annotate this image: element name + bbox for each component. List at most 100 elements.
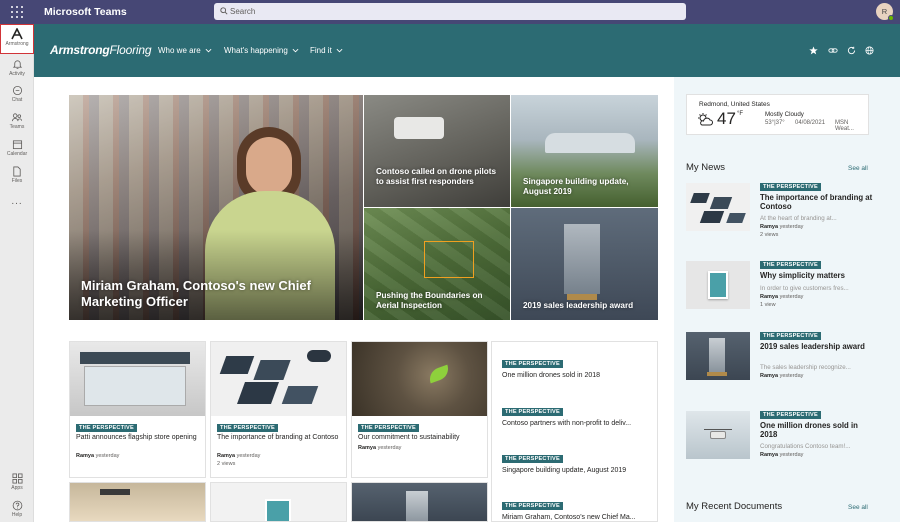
news-card-partial[interactable] [210,482,347,522]
list-item[interactable]: THE PERSPECTIVE Singapore building updat… [502,447,626,474]
news-meta: Ramya yesterday [760,373,804,379]
rail-item-armstrong[interactable]: Armstrong [0,24,34,54]
inspection-frame [424,241,474,278]
hero-tile-singapore[interactable]: Singapore building update, August 2019 [511,95,658,207]
teams-app-rail: Armstrong Activity Chat Teams Calendar F… [0,24,34,522]
search-icon [220,6,228,15]
news-excerpt: In order to give customers fres... [760,285,849,292]
globe-icon[interactable] [865,46,874,55]
card-image-sustainability [352,342,487,416]
list-item[interactable]: THE PERSPECTIVE One million drones sold … [502,352,600,379]
my-news-item[interactable]: THE PERSPECTIVE 2019 sales leadership aw… [686,332,876,386]
news-card[interactable]: THE PERSPECTIVE Our commitment to sustai… [351,341,488,478]
recent-documents-see-all-link[interactable]: See all [848,504,868,511]
site-logo[interactable]: ArmstrongFlooring [50,43,152,57]
armstrong-logo-icon [11,28,23,40]
list-item-title: One million drones sold in 2018 [502,372,601,379]
chat-icon [12,85,22,96]
news-meta: Ramya yesterday [760,452,804,458]
weather-widget[interactable]: Redmond, United States 47 °F Mostly Clou… [686,94,869,135]
refresh-icon[interactable] [847,46,856,55]
app-title: Microsoft Teams [44,6,127,18]
my-news-see-all-link[interactable]: See all [848,165,868,172]
app-launcher-icon[interactable] [11,6,23,18]
perspective-tag: THE PERSPECTIVE [502,455,563,463]
news-card-partial[interactable] [69,482,206,522]
list-item-title: Miriam Graham, Contoso's new Chief Ma... [502,514,636,521]
help-icon [12,500,22,511]
news-excerpt: The sales leadership recognize... [760,364,851,371]
news-title: Why simplicity matters [760,271,845,280]
rail-item-teams[interactable]: Teams [0,108,34,138]
drone-image [394,117,444,139]
hero-main-tile[interactable]: Miriam Graham, Contoso's new Chief Marke… [69,95,363,320]
nav-whats-happening[interactable]: What's happening [224,46,299,55]
list-item[interactable]: THE PERSPECTIVE Contoso partners with no… [502,400,631,427]
card-image-branding [211,342,346,416]
news-meta: Ramya yesterday [760,294,804,300]
more-icon: ... [11,196,23,207]
teams-top-bar: Microsoft Teams Search R [0,0,900,24]
award-trophy-image [564,224,600,294]
link-icon[interactable] [828,46,838,55]
perspective-tag: THE PERSPECTIVE [502,502,563,510]
user-avatar[interactable]: R [876,3,894,21]
search-input[interactable]: Search [230,7,255,16]
hero-tile-caption: Pushing the Boundaries on Aerial Inspect… [376,291,483,310]
news-title: 2019 sales leadership award [760,342,865,351]
perspective-list: THE PERSPECTIVE One million drones sold … [491,341,658,522]
hero-tile-aerial[interactable]: Pushing the Boundaries on Aerial Inspect… [364,208,510,320]
perspective-tag: THE PERSPECTIVE [502,360,563,368]
card-meta: Ramya yesterday [358,445,402,451]
hero-tile-award[interactable]: 2019 sales leadership award [511,208,658,320]
my-news-title: My News [686,162,726,173]
rail-item-files[interactable]: Files [0,162,34,192]
weather-date: 04/08/2021 [795,120,826,126]
perspective-tag: THE PERSPECTIVE [217,424,278,432]
news-title: The importance of branding at Contoso [760,193,873,211]
news-excerpt: At the heart of branding at... [760,215,837,222]
building-image [545,133,635,153]
news-card-partial[interactable] [351,482,488,522]
nav-who-we-are[interactable]: Who we are [158,46,212,55]
perspective-tag: THE PERSPECTIVE [760,183,821,191]
my-news-item[interactable]: THE PERSPECTIVE One million drones sold … [686,411,876,465]
weather-range: 53°|37° [765,120,785,126]
rail-item-apps[interactable]: Apps [0,469,34,499]
list-item[interactable]: THE PERSPECTIVE Miriam Graham, Contoso's… [502,494,636,521]
news-card[interactable]: THE PERSPECTIVE Patti announces flagship… [69,341,206,478]
bell-icon [12,60,22,70]
list-item-title: Singapore building update, August 2019 [502,467,627,474]
news-card[interactable]: THE PERSPECTIVE The importance of brandi… [210,341,347,478]
site-header: ArmstrongFlooring Who we are What's happ… [34,24,900,77]
weather-unit: °F [737,111,744,117]
rail-more-button[interactable]: ... [0,196,34,212]
card-image-store [70,342,205,416]
presence-available-icon [888,15,894,21]
rail-item-calendar[interactable]: Calendar [0,135,34,165]
news-excerpt: Congratulations Contoso team!... [760,443,851,450]
nav-find-it[interactable]: Find it [310,46,343,55]
star-icon[interactable] [809,46,818,55]
chevron-down-icon [292,49,299,53]
hero-tile-drone[interactable]: Contoso called on drone pilots to assist… [364,95,510,207]
rail-item-chat[interactable]: Chat [0,81,34,111]
card-meta: Ramya yesterday [76,453,120,459]
partly-cloudy-icon [698,113,713,126]
search-box[interactable]: Search [214,3,686,20]
my-news-item[interactable]: THE PERSPECTIVE Why simplicity matters I… [686,261,876,315]
hero-person-face [246,137,292,195]
file-icon [13,166,21,177]
hero-tile-caption: 2019 sales leadership award [523,301,634,310]
perspective-tag: THE PERSPECTIVE [502,408,563,416]
news-views: 1 view [760,302,776,308]
hero-tile-caption: Singapore building update, August 2019 [523,177,629,196]
my-news-item[interactable]: THE PERSPECTIVE The importance of brandi… [686,183,876,238]
card-title: The importance of branding at Contoso [217,434,339,441]
rail-item-help[interactable]: Help [0,496,34,522]
apps-icon [12,473,22,484]
news-title: One million drones sold in 2018 [760,421,858,439]
weather-location: Redmond, United States [699,101,770,108]
perspective-tag: THE PERSPECTIVE [760,332,821,340]
right-panel: Redmond, United States 47 °F Mostly Clou… [674,77,900,522]
